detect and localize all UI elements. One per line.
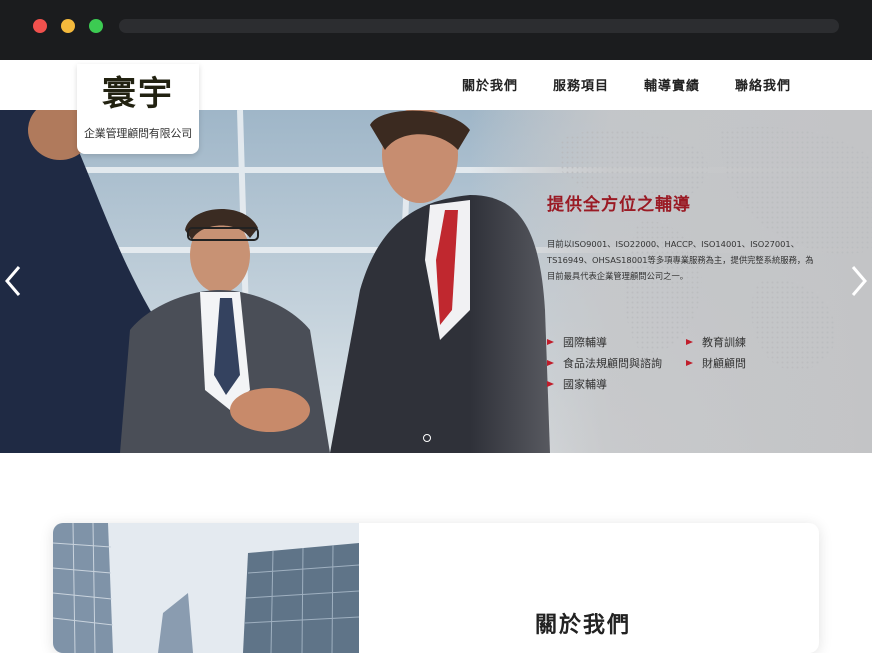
service-label: 教育訓練: [702, 336, 746, 349]
service-item[interactable]: 財顧顧問: [686, 355, 746, 371]
triangle-bullet-icon: [686, 360, 693, 366]
triangle-bullet-icon: [686, 339, 693, 345]
service-item[interactable]: 國家輔導: [547, 376, 607, 392]
about-image: [53, 523, 360, 653]
address-bar[interactable]: [119, 19, 839, 33]
nav-contact[interactable]: 聯絡我們: [735, 75, 791, 94]
close-window-button[interactable]: [33, 19, 47, 33]
chevron-right-icon: [851, 266, 867, 296]
chevron-left-icon: [5, 266, 21, 296]
logo[interactable]: 寰宇 企業管理顧問有限公司: [77, 64, 199, 154]
about-title: 關於我們: [535, 613, 632, 638]
carousel-indicator[interactable]: [423, 434, 431, 442]
triangle-bullet-icon: [547, 381, 554, 387]
minimize-window-button[interactable]: [61, 19, 75, 33]
about-card: 關於我們: [53, 523, 819, 653]
service-label: 食品法規顧問與諮詢: [563, 357, 662, 370]
browser-titlebar: [0, 0, 872, 60]
service-item[interactable]: 教育訓練: [686, 334, 746, 350]
service-item[interactable]: 國際輔導: [547, 334, 607, 350]
nav-services[interactable]: 服務項目: [553, 75, 609, 94]
triangle-bullet-icon: [547, 339, 554, 345]
logo-name: 寰宇: [102, 74, 174, 114]
logo-company: 企業管理顧問有限公司: [84, 127, 192, 140]
nav-achievements[interactable]: 輔導實績: [644, 75, 700, 94]
triangle-bullet-icon: [547, 360, 554, 366]
hero-description: 目前以ISO9001、ISO22000、HACCP、ISO14001、ISO27…: [547, 239, 814, 281]
building-image: [53, 523, 360, 653]
service-label: 財顧顧問: [702, 357, 746, 370]
hero-banner: 提供全方位之輔導 目前以ISO9001、ISO22000、HACCP、ISO14…: [0, 110, 872, 453]
nav-about[interactable]: 關於我們: [462, 75, 518, 94]
carousel-next-button[interactable]: [845, 264, 871, 298]
service-label: 國家輔導: [563, 378, 607, 391]
maximize-window-button[interactable]: [89, 19, 103, 33]
hero-title: 提供全方位之輔導: [547, 195, 691, 215]
service-item[interactable]: 食品法規顧問與諮詢: [547, 355, 662, 371]
service-label: 國際輔導: [563, 336, 607, 349]
carousel-prev-button[interactable]: [1, 264, 27, 298]
